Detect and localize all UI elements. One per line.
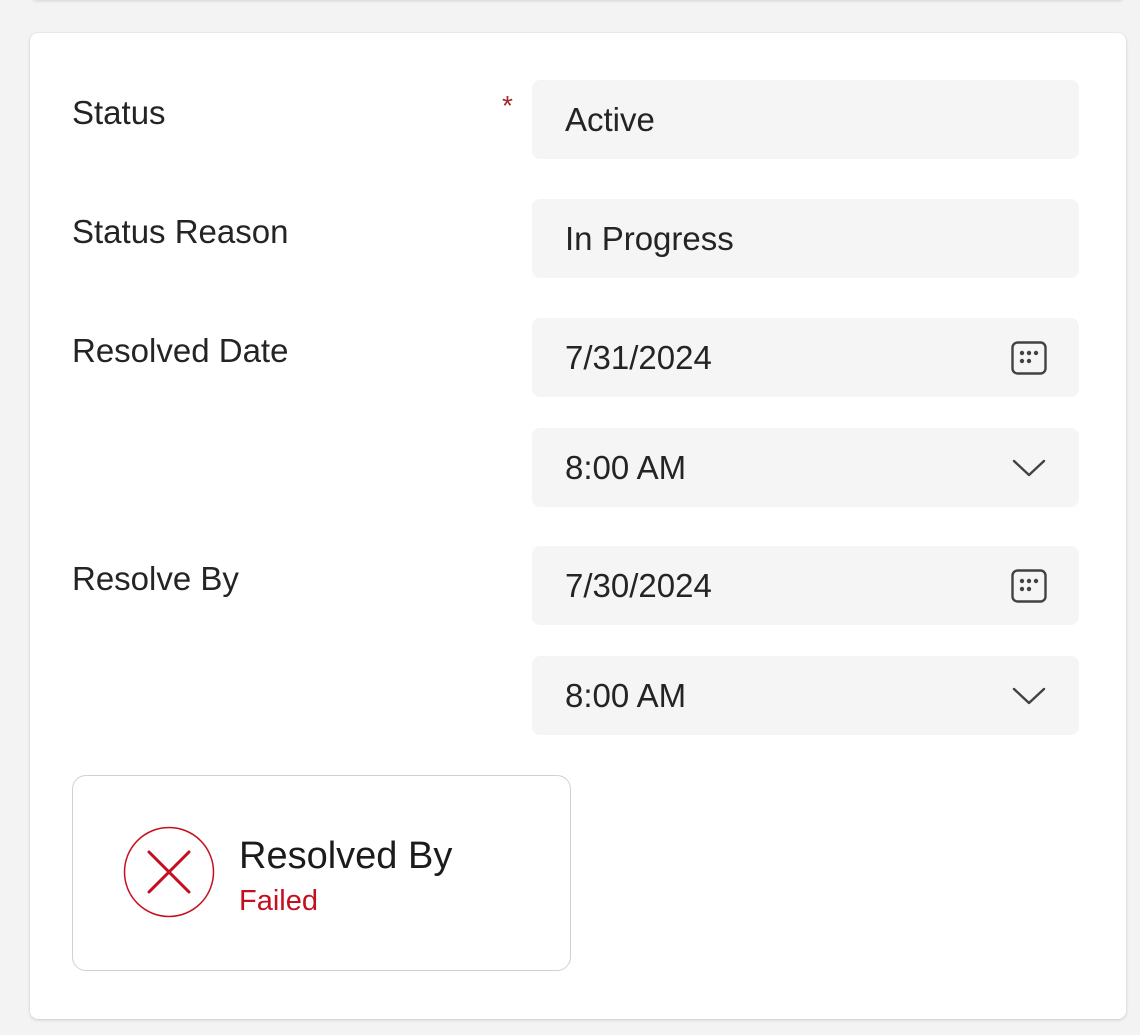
status-label: Status — [72, 94, 166, 131]
resolved-by-outcome-card: Resolved By Failed — [72, 775, 571, 971]
calendar-icon[interactable] — [1009, 566, 1049, 606]
resolved-date-label: Resolved Date — [72, 332, 289, 369]
status-reason-value: In Progress — [565, 219, 734, 257]
status-value: Active — [565, 100, 655, 138]
outcome-status: Failed — [239, 885, 318, 917]
status-reason-label: Status Reason — [72, 213, 289, 250]
status-field[interactable]: Active — [532, 80, 1079, 159]
resolved-date-input[interactable]: 7/31/2024 — [532, 318, 1079, 397]
close-circle-icon — [123, 826, 215, 918]
resolve-by-time-dropdown[interactable]: 8:00 AM — [532, 656, 1079, 735]
resolve-by-date-input[interactable]: 7/30/2024 — [532, 546, 1079, 625]
resolved-date-value: 7/31/2024 — [565, 338, 712, 376]
resolve-by-label: Resolve By — [72, 560, 239, 597]
chevron-down-icon[interactable] — [1009, 676, 1049, 716]
outcome-title: Resolved By — [239, 835, 453, 877]
form-section-card: Status * Active Status Reason In Progres… — [30, 33, 1126, 1019]
status-reason-field[interactable]: In Progress — [532, 199, 1079, 278]
required-indicator: * — [502, 90, 513, 121]
calendar-icon[interactable] — [1009, 338, 1049, 378]
chevron-down-icon[interactable] — [1009, 448, 1049, 488]
resolve-by-time-value: 8:00 AM — [565, 676, 687, 714]
resolve-by-date-value: 7/30/2024 — [565, 566, 712, 604]
resolved-time-value: 8:00 AM — [565, 448, 687, 486]
resolved-time-dropdown[interactable]: 8:00 AM — [532, 428, 1079, 507]
